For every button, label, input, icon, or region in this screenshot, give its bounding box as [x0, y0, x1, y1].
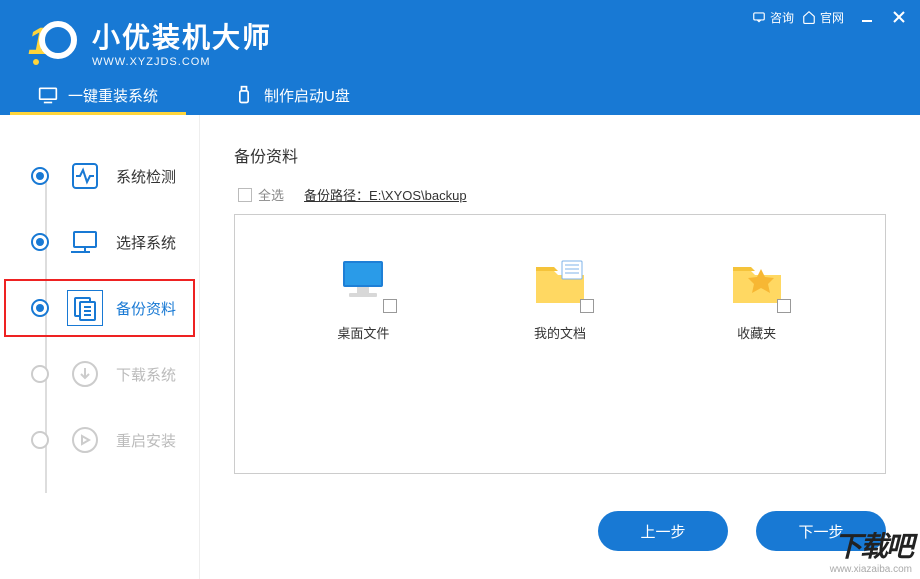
items-box: 桌面文件 我的文档 收藏夹 — [234, 214, 886, 474]
pulse-icon — [70, 161, 100, 191]
select-all[interactable]: 全选 — [238, 185, 284, 204]
item-checkbox[interactable] — [580, 299, 594, 313]
favorites-icon — [729, 255, 785, 311]
website-label: 官网 — [820, 9, 844, 26]
step-label: 重启安装 — [116, 430, 176, 451]
copy-icon — [70, 293, 100, 323]
prev-button[interactable]: 上一步 — [598, 511, 728, 551]
item-favorites[interactable]: 收藏夹 — [729, 255, 785, 342]
logo-text: 小优装机大师 WWW.XYZJDS.COM — [92, 16, 272, 68]
tabs: 一键重装系统 制作启动U盘 — [0, 75, 920, 115]
close-icon — [893, 11, 905, 23]
step-label: 下载系统 — [116, 364, 176, 385]
tab-usb[interactable]: 制作启动U盘 — [196, 75, 388, 115]
website-button[interactable]: 官网 — [802, 9, 844, 26]
step-dot — [31, 233, 49, 251]
step-dot — [31, 365, 49, 383]
restart-icon — [70, 425, 100, 455]
step-dot — [31, 431, 49, 449]
step-dot — [31, 299, 49, 317]
chat-icon — [752, 10, 766, 24]
step-label: 选择系统 — [116, 232, 176, 253]
item-label: 我的文档 — [534, 323, 586, 342]
page-title: 备份资料 — [234, 143, 886, 167]
main: 备份资料 全选 备份路径：E:\XYOS\backup 桌面文件 — [200, 115, 920, 579]
topbar: 咨询 官网 — [752, 8, 908, 26]
step-dot — [31, 167, 49, 185]
step-label: 系统检测 — [116, 166, 176, 187]
usb-icon — [234, 85, 254, 105]
tab-reinstall-label: 一键重装系统 — [68, 85, 158, 106]
body: 系统检测 选择系统 备份资料 下载系统 重启安装 备份资料 — [0, 115, 920, 579]
step-backup[interactable]: 备份资料 — [0, 275, 199, 341]
backup-path-link[interactable]: 备份路径：E:\XYOS\backup — [304, 185, 467, 204]
watermark-url: www.xiazaiba.com — [830, 564, 912, 575]
select-all-label: 全选 — [258, 185, 284, 204]
header: 咨询 官网 1 小优装机大师 WWW.XYZJDS.COM 一键重装系统 制作启… — [0, 0, 920, 115]
item-desktop[interactable]: 桌面文件 — [335, 255, 391, 342]
step-restart[interactable]: 重启安装 — [0, 407, 199, 473]
tab-usb-label: 制作启动U盘 — [264, 85, 350, 106]
item-checkbox[interactable] — [777, 299, 791, 313]
tab-reinstall[interactable]: 一键重装系统 — [0, 75, 196, 115]
item-label: 收藏夹 — [737, 323, 776, 342]
home-icon — [802, 10, 816, 24]
item-documents[interactable]: 我的文档 — [532, 255, 588, 342]
watermark-logo: 下载吧 — [834, 525, 912, 565]
step-select[interactable]: 选择系统 — [0, 209, 199, 275]
path-value: E:\XYOS\backup — [369, 188, 467, 203]
download-icon — [70, 359, 100, 389]
sidebar: 系统检测 选择系统 备份资料 下载系统 重启安装 — [0, 115, 200, 579]
monitor-icon — [38, 85, 58, 105]
checkbox-icon — [238, 188, 252, 202]
desktop-files-icon — [335, 255, 391, 311]
logo-icon: 1 — [22, 14, 78, 70]
app-url: WWW.XYZJDS.COM — [92, 56, 272, 68]
item-label: 桌面文件 — [337, 323, 389, 342]
step-download[interactable]: 下载系统 — [0, 341, 199, 407]
minimize-button[interactable] — [858, 8, 876, 26]
documents-icon — [532, 255, 588, 311]
step-check[interactable]: 系统检测 — [0, 143, 199, 209]
monitor-step-icon — [70, 227, 100, 257]
path-prefix: 备份路径： — [304, 188, 369, 203]
consult-button[interactable]: 咨询 — [752, 9, 794, 26]
consult-label: 咨询 — [770, 9, 794, 26]
step-label: 备份资料 — [116, 298, 176, 319]
select-row: 全选 备份路径：E:\XYOS\backup — [238, 185, 886, 204]
app-title: 小优装机大师 — [92, 16, 272, 56]
close-button[interactable] — [890, 8, 908, 26]
minimize-icon — [861, 11, 873, 23]
item-checkbox[interactable] — [383, 299, 397, 313]
